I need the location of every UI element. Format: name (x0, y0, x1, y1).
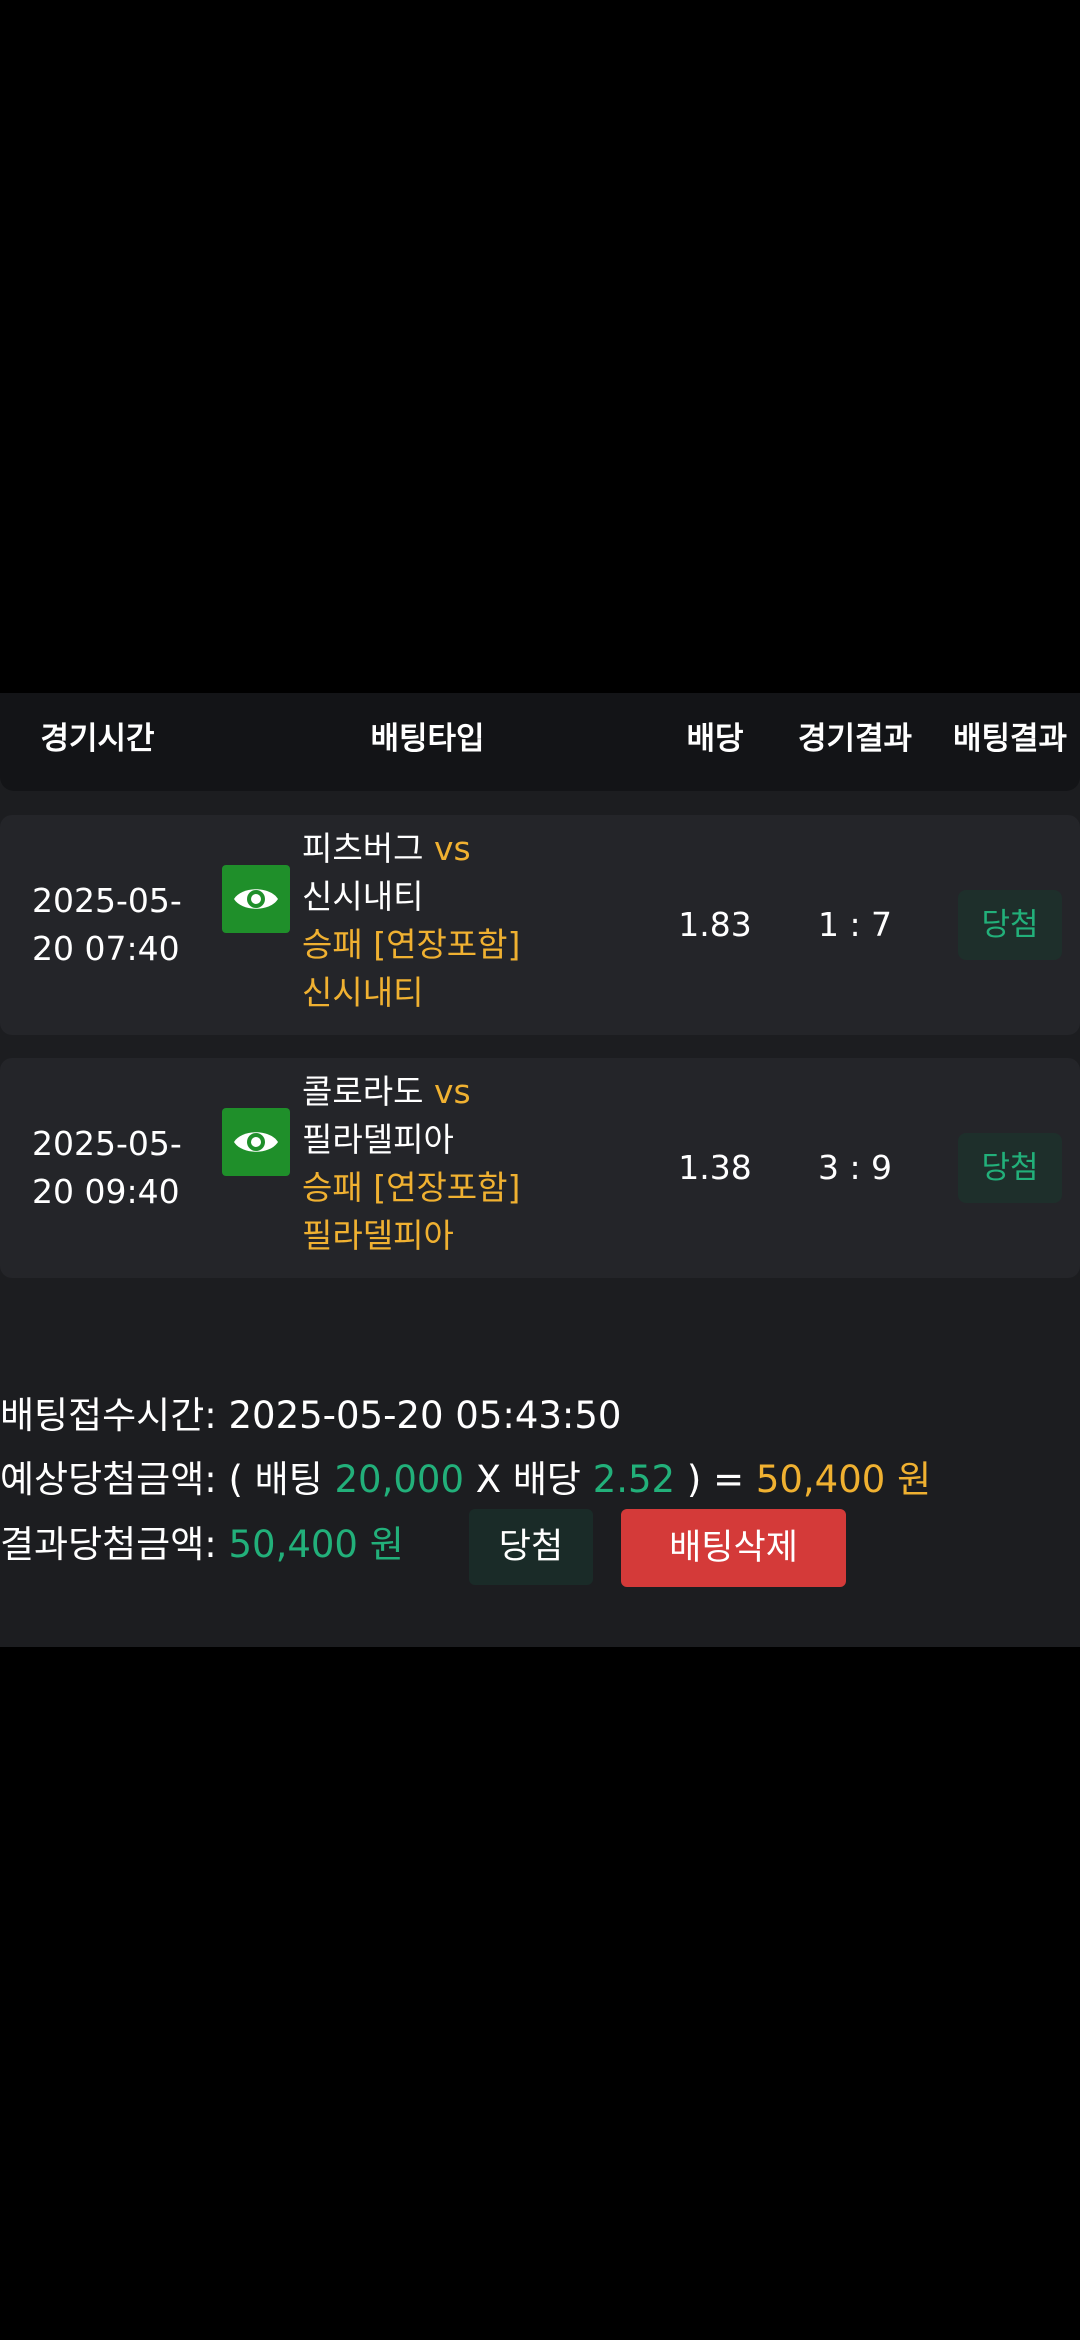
result-amount: 50,400 원 (228, 1523, 404, 1566)
received-time-value: 2025-05-20 05:43:50 (228, 1394, 622, 1437)
header-game-result: 경기결과 (797, 721, 913, 757)
away-team: 신시내티 (302, 877, 424, 916)
eye-icon[interactable] (222, 865, 290, 933)
bet-type: 승패 [연장포함] (302, 925, 521, 964)
bet-pick: 필라델피아 (302, 1216, 454, 1255)
game-date: 2025-05- (32, 1124, 182, 1163)
expected-amount: 50,400 원 (755, 1458, 932, 1501)
home-team: 피츠버그 (302, 829, 424, 868)
match-info: 피츠버그 vs 신시내티 승패 [연장포함] 신시내티 (302, 825, 662, 1017)
odds-value: 1.38 (678, 1148, 752, 1187)
game-score: 1 : 7 (817, 905, 893, 944)
match-info: 콜로라도 vs 필라델피아 승패 [연장포함] 필라델피아 (302, 1068, 662, 1260)
result-amount-label: 결과당첨금액: (0, 1523, 217, 1566)
bet-amount: 20,000 (334, 1458, 464, 1501)
game-clock: 20 09:40 (32, 1172, 180, 1211)
away-team: 필라델피아 (302, 1120, 454, 1159)
game-clock: 20 07:40 (32, 929, 180, 968)
bet-type: 승패 [연장포함] (302, 1168, 521, 1207)
delete-bet-button[interactable]: 배팅삭제 (621, 1509, 846, 1587)
received-time-line: 배팅접수시간: 2025-05-20 05:43:50 (0, 1391, 621, 1441)
received-time-label: 배팅접수시간: (0, 1394, 217, 1437)
header-time: 경기시간 (40, 721, 155, 757)
result-win-line: 결과당첨금액: 50,400 원 (0, 1520, 404, 1570)
header-bet-type: 배팅타입 (370, 721, 485, 757)
vs-label: vs (433, 829, 471, 868)
times-odds-label: X 배당 (475, 1458, 581, 1501)
equals-label: ) = (686, 1458, 745, 1501)
odds-value: 1.83 (678, 905, 752, 944)
header-odds: 배당 (686, 721, 744, 757)
vs-label: vs (433, 1072, 471, 1111)
expected-label: 예상당첨금액: ( 배팅 (0, 1458, 323, 1501)
result-badge: 당첨 (958, 890, 1062, 960)
table-row: 2025-05- 20 07:40 피츠버그 vs 신시내티 승패 [연장포함]… (0, 815, 1080, 1035)
result-badge: 당첨 (958, 1133, 1062, 1203)
table-row: 2025-05- 20 09:40 콜로라도 vs 필라델피아 승패 [연장포함… (0, 1058, 1080, 1278)
game-time: 2025-05- 20 07:40 (32, 877, 202, 973)
table-header: 경기시간 배팅타입 배당 경기결과 배팅결과 (0, 693, 1080, 791)
bet-pick: 신시내티 (302, 973, 424, 1012)
game-score: 3 : 9 (817, 1148, 893, 1187)
game-date: 2025-05- (32, 881, 182, 920)
eye-icon[interactable] (222, 1108, 290, 1176)
header-bet-result: 배팅결과 (952, 721, 1068, 757)
win-status-button[interactable]: 당첨 (469, 1509, 593, 1585)
home-team: 콜로라도 (302, 1072, 424, 1111)
bet-detail-panel: 경기시간 배팅타입 배당 경기결과 배팅결과 2025-05- 20 07:40… (0, 693, 1080, 1647)
expected-win-line: 예상당첨금액: ( 배팅 20,000 X 배당 2.52 ) = 50,400… (0, 1455, 931, 1505)
game-time: 2025-05- 20 09:40 (32, 1120, 202, 1216)
total-odds: 2.52 (592, 1458, 676, 1501)
